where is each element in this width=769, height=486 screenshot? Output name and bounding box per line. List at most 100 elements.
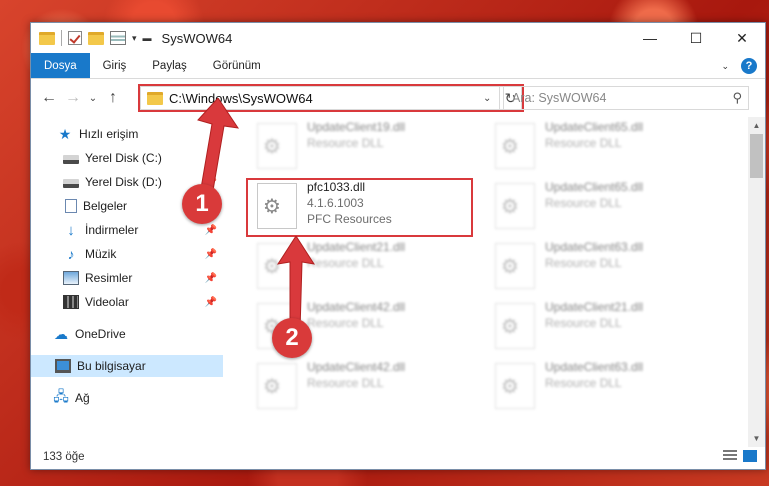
nav-item-music[interactable]: ♪ Müzik 📌: [31, 243, 223, 265]
divider: [61, 30, 62, 46]
music-icon: ♪: [67, 246, 75, 262]
tab-giris[interactable]: Giriş: [90, 53, 140, 78]
new-folder-icon[interactable]: [88, 31, 104, 45]
file-description: Resource DLL: [545, 136, 622, 150]
list-item[interactable]: UpdateClient65.dll Resource DLL: [487, 119, 712, 175]
step-2-badge: 2: [272, 318, 312, 358]
pin-icon[interactable]: 📌: [205, 297, 217, 308]
window-controls: — ☐ ✕: [627, 23, 765, 53]
search-placeholder: Ara: SysWOW64: [512, 91, 607, 105]
download-icon: ↓: [67, 221, 75, 239]
customize-toolbar-icon[interactable]: ▬: [143, 33, 152, 43]
dll-file-icon: [495, 243, 535, 289]
file-description: Resource DLL: [307, 256, 384, 270]
star-icon: ★: [58, 125, 72, 142]
videos-icon: [63, 295, 79, 309]
title-bar: ▾ ▬ SysWOW64 — ☐ ✕: [31, 23, 765, 53]
file-description: Resource DLL: [545, 376, 622, 390]
nav-item-label: Videolar: [85, 295, 129, 309]
folder-icon: [39, 31, 55, 45]
dll-file-icon: [495, 183, 535, 229]
chevron-down-icon[interactable]: ▾: [132, 33, 137, 44]
list-item[interactable]: UpdateClient21.dll Resource DLL: [487, 299, 712, 355]
search-icon: ⚲: [732, 90, 742, 105]
properties-check-icon[interactable]: [68, 31, 82, 45]
properties-icon[interactable]: [110, 31, 126, 45]
file-description: Resource DLL: [307, 316, 384, 330]
close-button[interactable]: ✕: [719, 23, 765, 53]
file-highlight-box: [246, 178, 473, 237]
file-description: Resource DLL: [545, 256, 622, 270]
nav-item-label: Resimler: [85, 271, 133, 285]
list-item[interactable]: UpdateClient65.dll Resource DLL: [487, 179, 712, 235]
dll-file-icon: [495, 303, 535, 349]
details-view-icon[interactable]: [723, 450, 737, 462]
computer-icon: [55, 359, 71, 373]
minimize-button[interactable]: —: [627, 23, 673, 53]
tab-gorunum[interactable]: Görünüm: [200, 53, 274, 78]
expand-ribbon-icon[interactable]: ⌄: [721, 61, 729, 72]
tiles-view-icon[interactable]: [743, 450, 757, 462]
nav-item-label: İndirmeler: [85, 223, 139, 237]
nav-item-label: OneDrive: [75, 327, 126, 341]
file-name: UpdateClient21.dll: [307, 240, 406, 254]
status-bar: 133 öğe: [31, 445, 765, 469]
pictures-icon: [63, 271, 79, 285]
list-item[interactable]: UpdateClient19.dll Resource DLL: [249, 119, 474, 175]
file-name: UpdateClient19.dll: [307, 120, 406, 134]
vertical-scrollbar[interactable]: ▲ ▼: [748, 117, 765, 447]
nav-item-label: Hızlı erişim: [79, 127, 139, 141]
nav-item-network[interactable]: 🖧 Ağ: [31, 387, 223, 409]
nav-item-pictures[interactable]: Resimler 📌: [31, 267, 223, 289]
explorer-window: ▾ ▬ SysWOW64 — ☐ ✕ Dosya Giriş Paylaş Gö…: [30, 22, 766, 470]
file-name: UpdateClient63.dll: [545, 240, 644, 254]
dll-file-icon: [257, 123, 297, 169]
back-arrow-icon[interactable]: ←: [37, 89, 61, 107]
file-description: Resource DLL: [545, 316, 622, 330]
scroll-up-icon[interactable]: ▲: [748, 117, 765, 134]
document-icon: [65, 199, 77, 213]
quick-access-toolbar: ▾ ▬: [39, 30, 152, 46]
cloud-icon: ☁: [54, 325, 68, 342]
list-item[interactable]: UpdateClient42.dll Resource DLL: [249, 359, 474, 415]
network-icon: 🖧: [53, 388, 69, 404]
dll-file-icon: [495, 123, 535, 169]
list-item[interactable]: UpdateClient63.dll Resource DLL: [487, 359, 712, 415]
file-name: UpdateClient63.dll: [545, 360, 644, 374]
item-count: 133 öğe: [43, 451, 85, 463]
file-name: UpdateClient65.dll: [545, 180, 644, 194]
file-description: Resource DLL: [307, 136, 384, 150]
drive-icon: [63, 155, 79, 164]
nav-item-label: Müzik: [85, 247, 117, 261]
recent-locations-icon[interactable]: ⌄: [85, 93, 101, 104]
file-description: Resource DLL: [545, 196, 622, 210]
dll-file-icon: [257, 363, 297, 409]
nav-item-this-pc[interactable]: Bu bilgisayar: [31, 355, 223, 377]
nav-item-label: Belgeler: [83, 199, 128, 213]
tab-dosya[interactable]: Dosya: [31, 53, 90, 78]
scrollbar-thumb[interactable]: [750, 134, 763, 178]
nav-item-onedrive[interactable]: ☁ OneDrive: [31, 323, 223, 345]
file-description: Resource DLL: [307, 376, 384, 390]
nav-item-label: Yerel Disk (D:): [85, 175, 162, 189]
search-input[interactable]: Ara: SysWOW64 ⚲: [503, 86, 749, 110]
drive-icon: [63, 179, 79, 188]
pin-icon[interactable]: 📌: [205, 249, 217, 260]
up-arrow-icon[interactable]: ↑: [101, 89, 125, 107]
forward-arrow-icon[interactable]: →: [61, 89, 85, 107]
nav-item-label: Yerel Disk (C:): [85, 151, 162, 165]
pin-icon[interactable]: 📌: [205, 273, 217, 284]
nav-item-videos[interactable]: Videolar 📌: [31, 291, 223, 313]
help-button[interactable]: ?: [741, 58, 757, 74]
file-name: UpdateClient21.dll: [545, 300, 644, 314]
pin-icon[interactable]: 📌: [205, 225, 217, 236]
file-name: UpdateClient65.dll: [545, 120, 644, 134]
nav-item-label: Ağ: [75, 391, 90, 405]
address-row: ← → ⌄ ↑ C:\Windows\SysWOW64 ⌄ ↻ Ara: Sys…: [31, 79, 765, 117]
maximize-button[interactable]: ☐: [673, 23, 719, 53]
dll-file-icon: [495, 363, 535, 409]
list-item[interactable]: UpdateClient63.dll Resource DLL: [487, 239, 712, 295]
ribbon-tabs: Dosya Giriş Paylaş Görünüm ⌄ ?: [31, 53, 765, 79]
window-title: SysWOW64: [161, 30, 233, 46]
tab-paylas[interactable]: Paylaş: [139, 53, 200, 78]
